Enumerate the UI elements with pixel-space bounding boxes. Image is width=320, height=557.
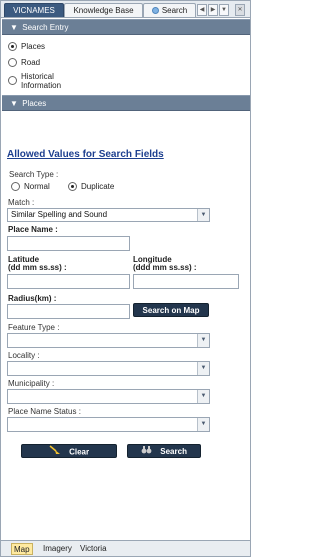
radio-label: Normal — [24, 182, 50, 191]
scroll-right-button[interactable]: ▶ — [208, 4, 218, 16]
allowed-values-link[interactable]: Allowed Values for Search Fields — [7, 149, 164, 160]
radio-duplicate[interactable]: Duplicate — [68, 182, 114, 191]
search-type-label: Search Type : — [9, 170, 59, 179]
radio-button[interactable] — [8, 42, 17, 51]
match-label: Match : — [8, 198, 35, 207]
feature-type-label: Feature Type : — [8, 323, 60, 332]
tab-search-label: Search — [161, 6, 188, 15]
chevron-down-icon: ▼ — [197, 362, 209, 375]
radio-label: Places — [21, 42, 46, 51]
tab-search[interactable]: Search — [143, 3, 196, 17]
search-entry-header[interactable]: ▼ Search Entry — [2, 19, 250, 35]
radio-button[interactable] — [8, 58, 17, 67]
scroll-left-button[interactable]: ◀ — [197, 4, 207, 16]
tab-strip: VICNAMES Knowledge Base Search ◀ ▶ ▼ ✕ — [1, 1, 250, 18]
radio-road[interactable]: Road — [8, 58, 40, 67]
radius-label: Radius(km) : — [8, 294, 57, 303]
close-icon[interactable]: ✕ — [235, 4, 245, 16]
radio-historical-information[interactable]: Historical Information — [8, 72, 78, 90]
radio-button[interactable] — [8, 76, 17, 85]
clear-button-label: Clear — [69, 447, 90, 457]
search-on-map-button[interactable]: Search on Map — [133, 303, 209, 317]
places-header[interactable]: ▼ Places — [2, 95, 250, 111]
tab-imagery[interactable]: Imagery — [43, 543, 72, 555]
search-button-label: Search — [160, 447, 187, 457]
place-name-label: Place Name : — [8, 225, 58, 234]
tab-menu-button[interactable]: ▼ — [219, 4, 229, 16]
chevron-down-icon: ▼ — [197, 209, 209, 221]
radio-label: Duplicate — [81, 182, 115, 191]
locality-label: Locality : — [8, 351, 40, 360]
search-button[interactable]: Search — [127, 444, 201, 458]
radio-button[interactable] — [11, 182, 20, 191]
place-name-input[interactable] — [7, 236, 130, 251]
match-select[interactable]: Similar Spelling and Sound ▼ — [7, 208, 210, 222]
feature-type-select[interactable]: ▼ — [7, 333, 210, 348]
place-name-status-select[interactable]: ▼ — [7, 417, 210, 432]
chevron-down-icon: ▼ — [197, 334, 209, 347]
radio-normal[interactable]: Normal — [11, 182, 50, 191]
tab-map[interactable]: Map — [11, 543, 33, 555]
side-panel: VICNAMES Knowledge Base Search ◀ ▶ ▼ ✕ ▼… — [0, 0, 251, 557]
longitude-label-line2: (ddd mm ss.ss) : — [133, 263, 197, 272]
chevron-down-icon: ▼ — [10, 23, 18, 32]
longitude-input[interactable] — [133, 274, 239, 289]
bottom-tab-bar: Map Imagery Victoria — [1, 540, 250, 556]
longitude-label: Longitude (ddd mm ss.ss) : — [133, 256, 197, 272]
radio-button[interactable] — [68, 182, 77, 191]
places-title: Places — [22, 99, 47, 108]
match-select-value: Similar Spelling and Sound — [11, 210, 108, 219]
latitude-input[interactable] — [7, 274, 130, 289]
municipality-select[interactable]: ▼ — [7, 389, 210, 404]
tab-vicnames[interactable]: VICNAMES — [4, 3, 64, 17]
tab-knowledge-base[interactable]: Knowledge Base — [64, 3, 143, 17]
latitude-label: Latitude (dd mm ss.ss) : — [8, 256, 67, 272]
municipality-label: Municipality : — [8, 379, 55, 388]
search-entry-title: Search Entry — [22, 23, 69, 32]
locality-select[interactable]: ▼ — [7, 361, 210, 376]
globe-icon — [151, 7, 159, 14]
chevron-down-icon: ▼ — [197, 390, 209, 403]
tab-victoria[interactable]: Victoria — [80, 543, 107, 555]
radius-input[interactable] — [7, 304, 130, 319]
broom-icon — [49, 445, 61, 460]
radio-places[interactable]: Places — [8, 42, 45, 51]
chevron-down-icon: ▼ — [10, 99, 18, 108]
chevron-down-icon: ▼ — [197, 418, 209, 431]
latitude-label-line2: (dd mm ss.ss) : — [8, 263, 67, 272]
place-name-status-label: Place Name Status : — [8, 407, 81, 416]
binoculars-icon — [141, 445, 152, 459]
radio-label: Road — [21, 58, 41, 67]
radio-label: Historical Information — [21, 72, 62, 90]
clear-button[interactable]: Clear — [21, 444, 117, 458]
